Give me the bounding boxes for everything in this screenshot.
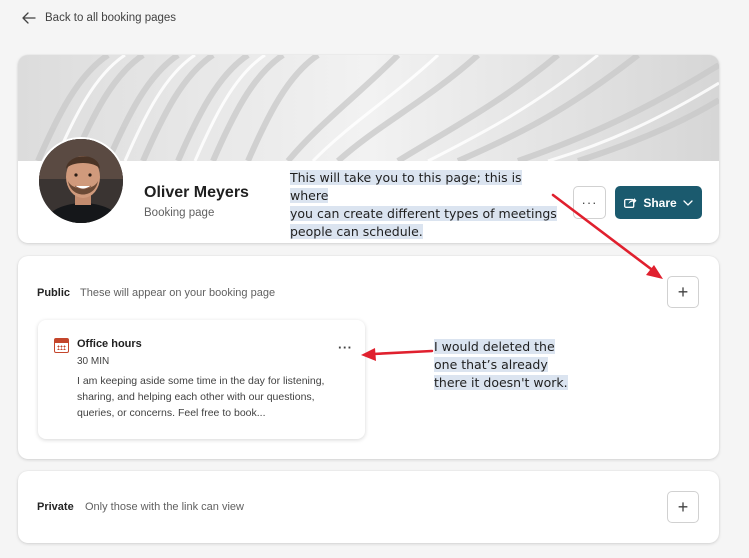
annotation-line: This will take you to this page; this is… [290, 170, 522, 203]
person-photo [39, 139, 123, 223]
add-public-meeting-button[interactable]: + [667, 276, 699, 308]
meeting-more-options-button[interactable]: ··· [338, 340, 353, 355]
profile-banner [18, 55, 719, 161]
calendar-icon [54, 338, 69, 353]
meeting-title: Office hours [77, 338, 142, 350]
banner-pattern [18, 55, 719, 161]
private-section-label: Private [37, 501, 74, 513]
meeting-card-office-hours[interactable]: Office hours 30 MIN I am keeping aside s… [38, 320, 365, 439]
meeting-description: I am keeping aside some time in the day … [77, 375, 325, 419]
annotation-line: people can schedule. [290, 224, 423, 239]
share-button[interactable]: Share [615, 186, 702, 219]
meeting-duration: 30 MIN [77, 356, 110, 367]
profile-name: Oliver Meyers [144, 184, 249, 201]
add-private-meeting-button[interactable]: + [667, 491, 699, 523]
arrow-left-icon [22, 12, 36, 24]
more-options-button[interactable]: ··· [573, 186, 606, 219]
annotation-line: I would deleted the [434, 339, 555, 354]
annotation-line: one that’s already [434, 357, 548, 372]
chevron-down-icon [683, 199, 693, 206]
annotation-note-share: This will take you to this page; this is… [290, 169, 560, 241]
public-section-label: Public [37, 287, 71, 299]
avatar [37, 137, 125, 225]
annotation-line: you can create different types of meetin… [290, 206, 557, 221]
profile-subtitle: Booking page [144, 207, 215, 219]
private-section: Private Only those with the link can vie… [18, 471, 719, 543]
annotation-line: there it doesn't work. [434, 375, 568, 390]
private-section-description: Only those with the link can view [85, 501, 244, 513]
back-link[interactable]: Back to all booking pages [22, 8, 176, 28]
annotation-note-delete: I would deleted the one that’s already t… [434, 338, 574, 392]
public-section-description: These will appear on your booking page [80, 287, 276, 299]
share-icon [624, 198, 637, 208]
share-button-label: Share [643, 195, 677, 210]
back-link-label: Back to all booking pages [45, 12, 177, 24]
public-section: Public These will appear on your booking… [18, 256, 719, 459]
